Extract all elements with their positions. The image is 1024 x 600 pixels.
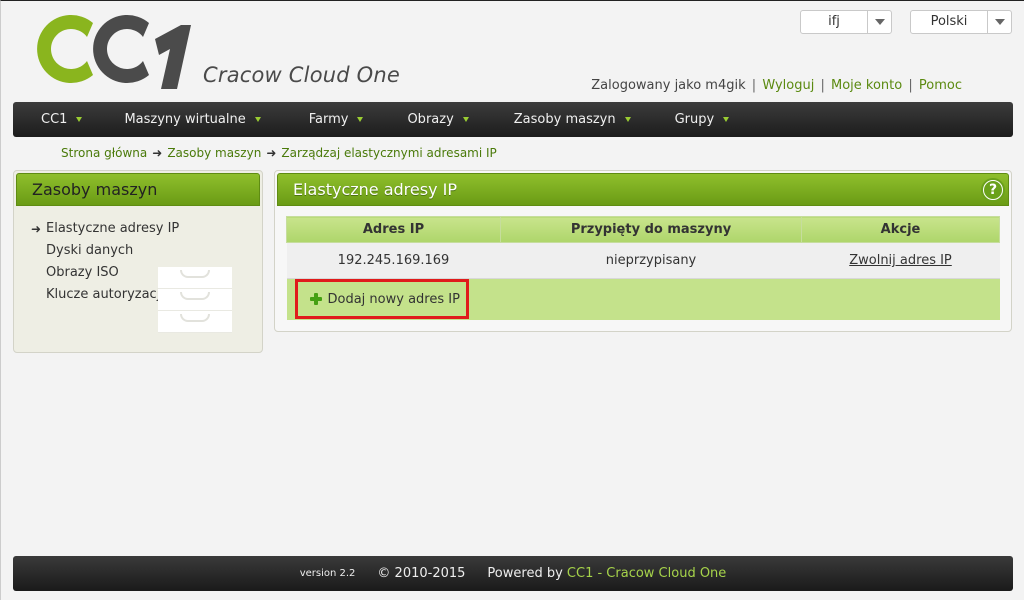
cc1-link[interactable]: CC1 - Cracow Cloud One (567, 566, 726, 581)
table-footer-row: Dodaj nowy adres IP (286, 278, 1000, 320)
chevron-down-icon (994, 19, 1005, 25)
chevron-down-icon (462, 117, 469, 122)
powered-by: Powered by CC1 - Cracow Cloud One (487, 566, 726, 581)
arrow-right-icon: ➜ (31, 222, 42, 236)
drawer-icon (158, 267, 232, 289)
chevron-down-icon (76, 117, 83, 122)
nav-item-machine-resources[interactable]: Zasoby maszyn (514, 112, 631, 127)
language-select[interactable]: Polski (910, 10, 1012, 34)
sidebar-item-elastic-ip[interactable]: ➜ Elastyczne adresy IP (14, 218, 262, 240)
release-ip-link[interactable]: Zwolnij adres IP (849, 253, 952, 268)
add-ip-button[interactable]: Dodaj nowy adres IP (294, 279, 469, 320)
nav-item-label: CC1 (41, 112, 68, 127)
separator: | (751, 78, 757, 93)
nav-item-label: Zasoby maszyn (513, 112, 616, 127)
nav-item-label: Grupy (674, 112, 715, 127)
nav-item-label: Maszyny wirtualne (124, 112, 246, 127)
header-selectors: ifj Polski (800, 10, 1012, 34)
column-header-actions: Akcje (801, 216, 1000, 243)
separator: | (820, 78, 825, 93)
separator: | (908, 78, 913, 93)
footer: version 2.2 © 2010-2015 Powered by CC1 -… (13, 556, 1013, 591)
add-ip-label: Dodaj nowy adres IP (327, 291, 460, 307)
logout-link[interactable]: Wyloguj (762, 78, 814, 93)
cell-ip: 192.245.169.169 (286, 242, 501, 279)
cell-machine: nieprzypisany (500, 242, 802, 279)
version-label: version 2.2 (299, 568, 356, 579)
arrow-right-icon: ➜ (266, 146, 277, 160)
nav-item-groups[interactable]: Grupy (675, 112, 730, 127)
nav-item-images[interactable]: Obrazy (407, 112, 469, 127)
project-select-toggle[interactable] (867, 11, 891, 33)
cabinet-illustration (158, 267, 232, 333)
project-select[interactable]: ifj (800, 10, 892, 34)
sidebar-item-label: Klucze autoryzacji (46, 287, 164, 302)
main-nav: CC1 Maszyny wirtualne Farmy Obrazy Zasob… (13, 102, 1013, 137)
user-bar: Zalogowany jako m4gik | Wyloguj | Moje k… (591, 78, 962, 93)
page-title: Elastyczne adresy IP (277, 173, 1009, 206)
sidebar-item-label: Elastyczne adresy IP (46, 221, 180, 236)
cell-action: Zwolnij adres IP (801, 242, 1000, 279)
language-select-value: Polski (930, 14, 968, 29)
cc1-logo-icon (37, 15, 191, 89)
chevron-down-icon (723, 117, 730, 122)
my-account-link[interactable]: Moje konto (831, 78, 902, 93)
chevron-down-icon (254, 117, 261, 122)
main-panel: Elastyczne adresy IP ? Adres IP Przypięt… (274, 170, 1012, 332)
help-icon: ? (984, 181, 1002, 199)
chevron-down-icon (357, 117, 364, 122)
column-header-ip: Adres IP (286, 216, 501, 243)
breadcrumb-current[interactable]: Zarządzaj elastycznymi adresami IP (281, 146, 496, 160)
nav-item-farms[interactable]: Farmy (309, 112, 364, 127)
help-link[interactable]: Pomoc (919, 78, 962, 93)
brand-name: Cracow Cloud One (203, 63, 401, 87)
drawer-icon (158, 289, 232, 311)
table-header-row: Adres IP Przypięty do maszyny Akcje (286, 216, 1000, 243)
sidebar: Zasoby maszyn ➜ Elastyczne adresy IP Dys… (13, 170, 263, 353)
breadcrumb: Strona główna ➜ Zasoby maszyn ➜ Zarządza… (61, 146, 497, 160)
column-header-machine: Przypięty do maszyny (500, 216, 802, 243)
breadcrumb-home[interactable]: Strona główna (61, 146, 147, 160)
powered-by-text: Powered by (487, 566, 563, 581)
elastic-ip-table: Adres IP Przypięty do maszyny Akcje 192.… (286, 216, 1000, 320)
chevron-down-icon (874, 19, 885, 25)
nav-item-label: Obrazy (407, 112, 454, 127)
plus-icon (309, 293, 322, 306)
sidebar-item-label: Obrazy ISO (46, 265, 119, 280)
nav-item-label: Farmy (308, 112, 349, 127)
arrow-right-icon: ➜ (152, 146, 163, 160)
sidebar-title: Zasoby maszyn (16, 173, 260, 206)
project-select-value: ifj (828, 14, 840, 29)
sidebar-item-label: Dyski danych (46, 243, 134, 258)
add-cell: Dodaj nowy adres IP (286, 278, 1000, 320)
breadcrumb-machine-resources[interactable]: Zasoby maszyn (167, 146, 261, 160)
sidebar-item-data-disks[interactable]: Dyski danych (14, 240, 262, 262)
nav-item-cc1[interactable]: CC1 (41, 112, 83, 127)
copyright: © 2010-2015 (377, 566, 466, 581)
logged-in-as: Zalogowany jako m4gik (591, 78, 746, 93)
nav-item-virtual-machines[interactable]: Maszyny wirtualne (124, 112, 261, 127)
drawer-icon (158, 311, 232, 333)
table-row: 192.245.169.169 nieprzypisany Zwolnij ad… (286, 242, 1000, 279)
chevron-down-icon (624, 117, 631, 122)
language-select-toggle[interactable] (987, 11, 1011, 33)
help-button[interactable]: ? (981, 178, 1005, 202)
